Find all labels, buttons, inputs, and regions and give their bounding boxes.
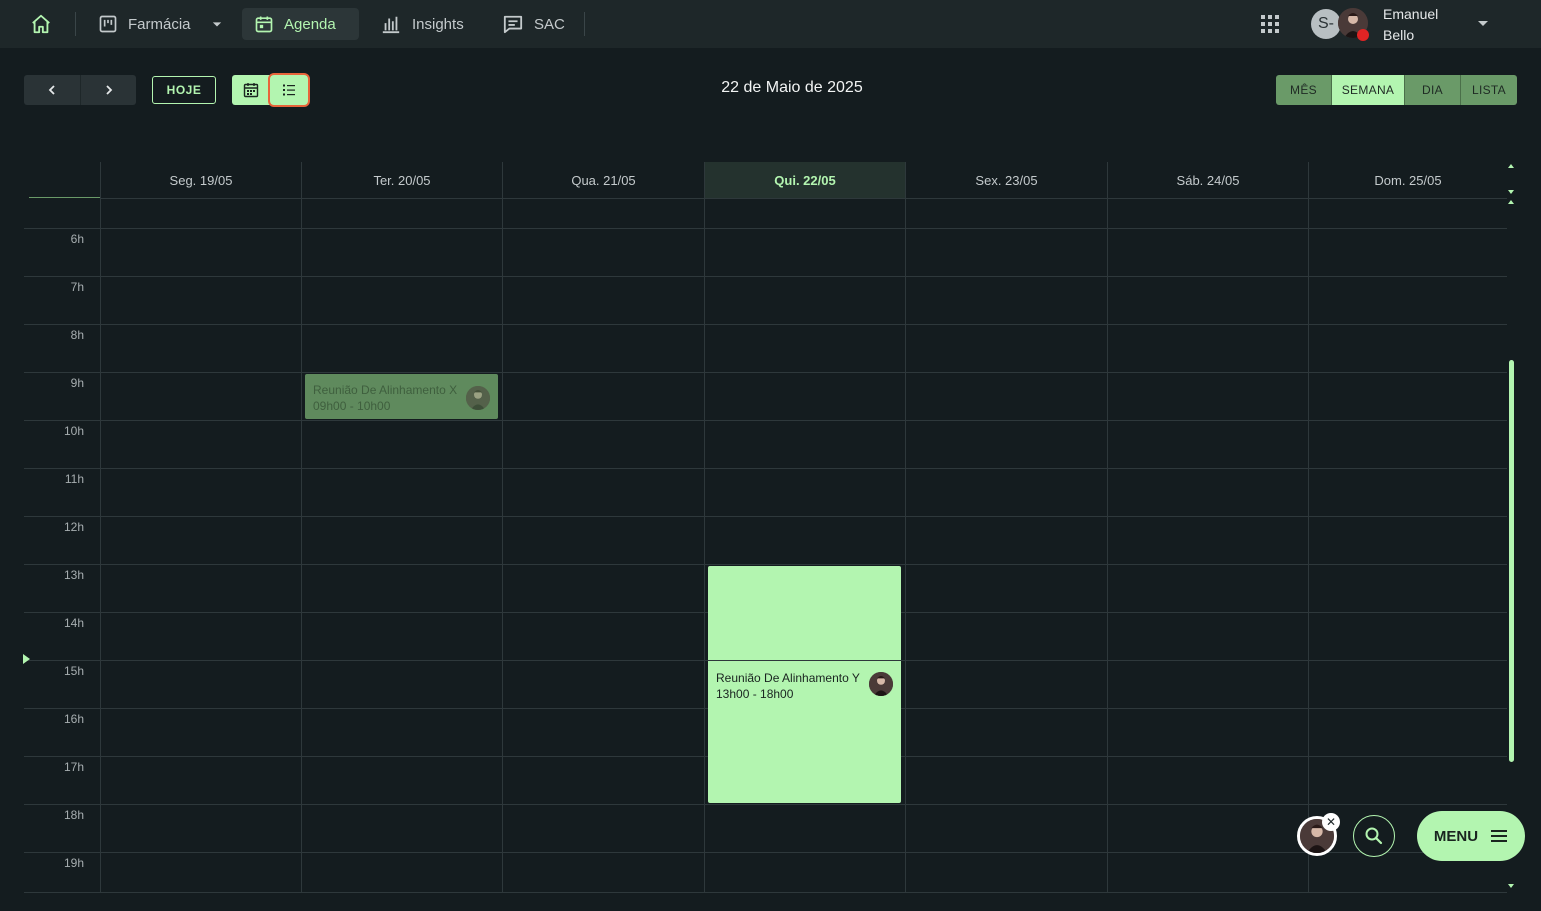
day-header-2[interactable]: Qua. 21/05 <box>503 162 704 198</box>
calendar-icon <box>255 16 273 33</box>
hour-label: 15h <box>63 664 84 678</box>
current-time-marker <box>23 654 30 664</box>
calendar-event[interactable]: Reunião De Alinhamento X 09h00 - 10h00 <box>305 374 498 419</box>
hour-label: 7h <box>70 280 84 294</box>
day-header-1[interactable]: Ter. 20/05 <box>302 162 502 198</box>
event-time: 13h00 - 18h00 <box>716 687 794 701</box>
top-navbar: Farmácia Agenda Insights SAC S- Emanuel … <box>0 0 1541 48</box>
chat-icon <box>503 15 523 34</box>
hour-label: 11h <box>64 472 84 486</box>
menu-button[interactable]: MENU <box>1417 811 1525 861</box>
hour-label: 13h <box>63 568 84 582</box>
day-header-4[interactable]: Sex. 23/05 <box>906 162 1107 198</box>
list-icon <box>283 84 295 96</box>
hour-label: 12h <box>63 520 84 534</box>
week-calendar: Seg. 19/05 Ter. 20/05 Qua. 21/05 Qui. 22/05… <box>24 162 1507 893</box>
nav-divider <box>584 12 585 36</box>
event-time: 09h00 - 10h00 <box>313 399 391 413</box>
calendar-view-toggle[interactable] <box>232 75 270 105</box>
calendar-icon <box>243 83 259 98</box>
kanban-icon <box>99 15 117 33</box>
nav-item-label: Agenda <box>284 15 336 33</box>
search-button[interactable] <box>1353 815 1395 857</box>
hamburger-icon <box>1491 830 1508 842</box>
hour-label: 14h <box>63 616 84 630</box>
scroll-down-icon[interactable] <box>1507 188 1515 196</box>
chevron-right-icon <box>105 85 112 95</box>
status-badge <box>1357 29 1369 41</box>
close-icon[interactable]: ✕ <box>1322 813 1340 831</box>
chevron-down-icon[interactable] <box>1476 20 1490 28</box>
bar-chart-icon <box>382 16 400 34</box>
search-icon <box>1365 827 1383 845</box>
today-button[interactable]: HOJE <box>152 76 216 104</box>
menu-button-label: MENU <box>1433 827 1479 845</box>
page-title: 22 de Maio de 2025 <box>721 79 863 96</box>
nav-divider <box>75 12 76 36</box>
scroll-up-icon[interactable] <box>1507 198 1515 206</box>
scroll-down-icon[interactable] <box>1507 882 1515 890</box>
hour-label: 8h <box>70 328 84 342</box>
nav-item-insights[interactable]: Insights <box>368 8 476 40</box>
home-button[interactable] <box>28 11 54 37</box>
scrollbar-thumb[interactable] <box>1509 360 1514 762</box>
nav-item-sac[interactable]: SAC <box>490 8 577 40</box>
event-text: Reunião De Alinhamento X 09h00 - 10h00 <box>313 382 490 414</box>
list-view-toggle[interactable] <box>268 73 310 107</box>
event-text: Reunião De Alinhamento Y 13h00 - 18h00 <box>716 670 860 702</box>
hour-label: 6h <box>70 232 84 246</box>
event-divider <box>708 660 901 661</box>
view-month-button[interactable]: MÊS <box>1276 75 1331 105</box>
caret-down-icon[interactable] <box>207 14 227 34</box>
hour-label: 19h <box>63 856 84 870</box>
day-header-6[interactable]: Dom. 25/05 <box>1309 162 1507 198</box>
hour-label: 17h <box>63 760 84 774</box>
all-day-divider <box>29 197 100 198</box>
nav-item-agenda[interactable]: Agenda <box>242 8 359 40</box>
hour-label: 18h <box>63 808 84 822</box>
org-avatar[interactable]: S- <box>1311 9 1341 39</box>
nav-item-label: Farmácia <box>128 15 191 33</box>
event-attendee-avatar <box>466 386 490 410</box>
next-button[interactable] <box>80 75 136 105</box>
event-title: Reunião De Alinhamento Y <box>716 671 860 685</box>
user-name[interactable]: Emanuel Bello <box>1383 4 1463 46</box>
nav-item-label: SAC <box>534 15 565 33</box>
scroll-up-icon[interactable] <box>1507 162 1515 170</box>
user-photo-icon <box>466 386 490 410</box>
hour-label: 9h <box>70 376 84 390</box>
day-header-5[interactable]: Sáb. 24/05 <box>1108 162 1308 198</box>
period-nav-group <box>24 75 136 105</box>
list-view-toggle-inner <box>271 76 307 104</box>
hour-label: 16h <box>63 712 84 726</box>
event-attendee-avatar <box>869 672 893 696</box>
event-title: Reunião De Alinhamento X <box>313 383 458 397</box>
view-switcher: MÊS SEMANA DIA LISTA <box>1276 75 1517 105</box>
nav-item-label: Insights <box>412 15 464 33</box>
view-day-button[interactable]: DIA <box>1404 75 1460 105</box>
view-week-button[interactable]: SEMANA <box>1331 75 1404 105</box>
prev-button[interactable] <box>24 75 80 105</box>
calendar-event[interactable]: Reunião De Alinhamento Y 13h00 - 18h00 <box>708 566 901 803</box>
day-header-3[interactable]: Qui. 22/05 <box>705 162 905 198</box>
day-header-row: Seg. 19/05 Ter. 20/05 Qua. 21/05 Qui. 22/05… <box>24 162 1507 198</box>
chevron-left-icon <box>48 85 55 95</box>
apps-grid-icon[interactable] <box>1259 13 1281 35</box>
view-list-button[interactable]: LISTA <box>1460 75 1517 105</box>
home-icon <box>32 14 50 34</box>
hour-label: 10h <box>63 424 84 438</box>
nav-item-farmacia[interactable]: Farmácia <box>86 8 239 40</box>
day-header-0[interactable]: Seg. 19/05 <box>101 162 301 198</box>
user-photo-icon <box>869 672 893 696</box>
